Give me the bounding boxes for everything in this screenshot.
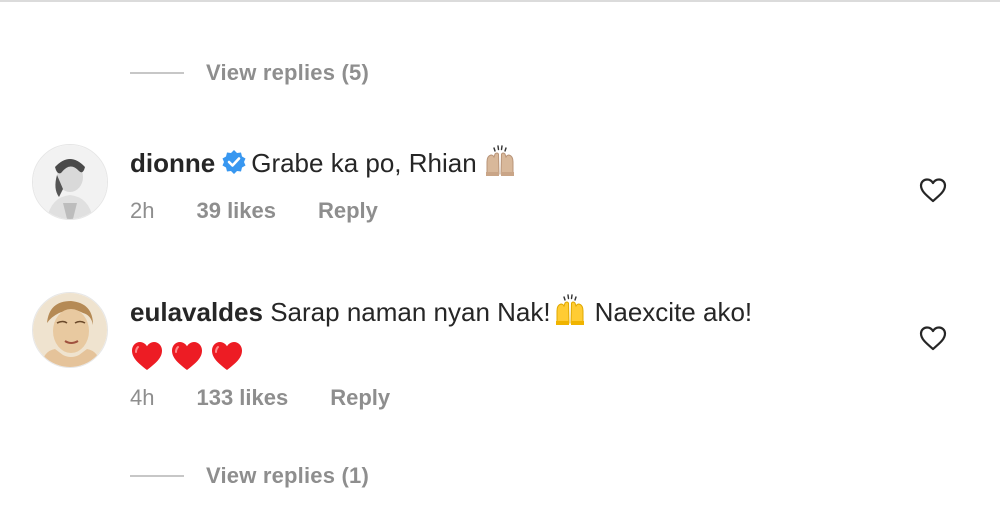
comment-meta: 2h 39 likes Reply: [130, 198, 900, 224]
heart-outline-icon[interactable]: [918, 176, 948, 204]
view-replies-button[interactable]: View replies (1): [130, 461, 369, 491]
heart-outline-icon[interactable]: [918, 324, 948, 352]
reply-button[interactable]: Reply: [318, 198, 378, 224]
red-heart-icon: [172, 342, 202, 370]
comment-text-line: dionne Grabe ka po, Rhian: [130, 144, 900, 186]
view-replies-label: View replies (5): [206, 60, 369, 85]
comment-text-continued: Naexcite ako!: [594, 297, 753, 327]
avatar[interactable]: [32, 144, 108, 220]
reply-thread-line: [130, 72, 184, 74]
comment-like-count[interactable]: 39 likes: [196, 198, 276, 224]
hearts-row: [130, 339, 900, 375]
comment-timestamp[interactable]: 2h: [130, 198, 154, 224]
comment-text-line: eulavaldes Sarap naman nyan Nak! Naexcite…: [130, 293, 900, 335]
view-replies-button[interactable]: View replies (5): [130, 58, 369, 88]
raising-hands-icon: [483, 144, 517, 186]
red-heart-icon: [132, 342, 162, 370]
comment-meta: 4h 133 likes Reply: [130, 385, 900, 411]
avatar[interactable]: [32, 292, 108, 368]
top-divider: [0, 0, 1000, 2]
raising-hands-icon: [553, 293, 587, 335]
comment-username[interactable]: dionne: [130, 148, 215, 178]
avatar-image: [33, 145, 107, 219]
comment-like-count[interactable]: 133 likes: [196, 385, 288, 411]
comment-item: dionne Grabe ka po, Rhian 2h 39 likes Rep…: [0, 140, 1000, 230]
comment-timestamp[interactable]: 4h: [130, 385, 154, 411]
reply-thread-line: [130, 475, 184, 477]
comment-item: eulavaldes Sarap naman nyan Nak! Naexcite…: [0, 288, 1000, 411]
comment-text: Sarap naman nyan Nak!: [270, 297, 551, 327]
comment-username[interactable]: eulavaldes: [130, 297, 263, 327]
verified-badge-icon: [221, 149, 247, 183]
avatar-image: [33, 293, 107, 367]
view-replies-label: View replies (1): [206, 463, 369, 488]
reply-button[interactable]: Reply: [330, 385, 390, 411]
comment-text: Grabe ka po, Rhian: [251, 148, 477, 178]
red-heart-icon: [212, 342, 242, 370]
